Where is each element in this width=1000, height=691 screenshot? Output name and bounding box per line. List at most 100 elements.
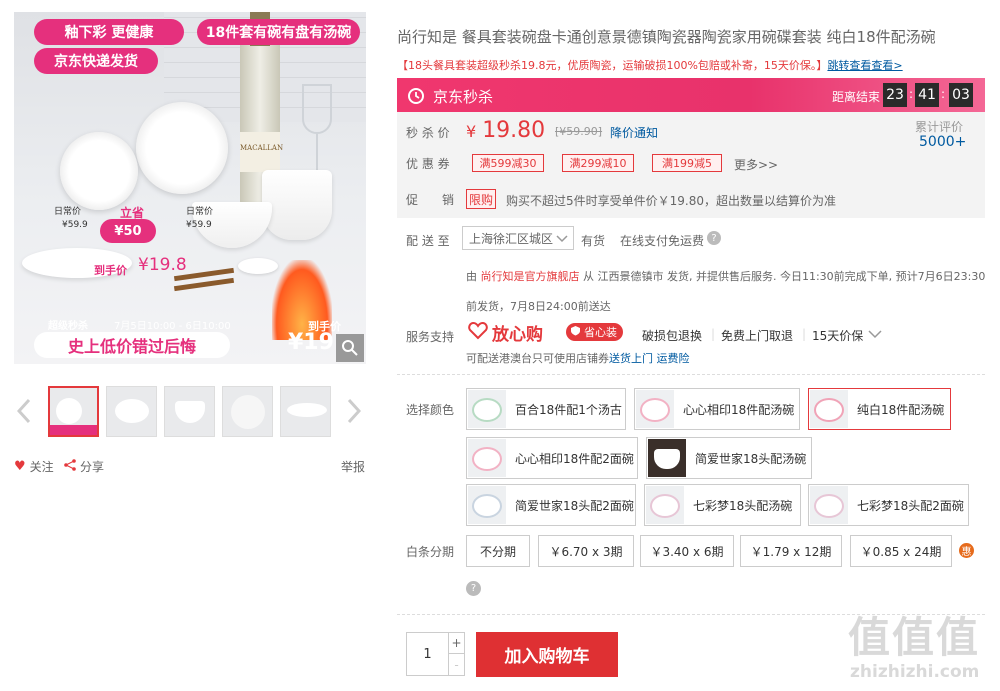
- promotion-tag: 限购: [466, 189, 496, 209]
- help-icon[interactable]: ?: [707, 231, 721, 245]
- product-subtitle-link[interactable]: 跳转查看查看>: [827, 59, 902, 72]
- help-icon-installment[interactable]: ?: [466, 581, 481, 596]
- delivery-detail: 由 尚行知是官方旗舰店 从 江西景德镇市 发货, 并提供售后服务. 今日11:3…: [466, 262, 988, 322]
- service-badge: 省心装: [566, 323, 623, 341]
- wine-glass-stem: [316, 134, 318, 174]
- promo-slogan: 史上低价错过后悔: [34, 332, 230, 358]
- price-value: 19.80: [482, 118, 546, 143]
- review-count[interactable]: 5000+: [919, 134, 966, 150]
- thumbnail-5[interactable]: [280, 386, 331, 437]
- bowl-stack: [262, 170, 332, 240]
- watermark-domain: zhizhizhi.com: [850, 662, 980, 682]
- color-option-2-label: 心心相印18件配汤碗: [683, 402, 795, 417]
- fire-value: ¥19: [288, 330, 334, 355]
- delivery-stock: 有货: [581, 234, 606, 248]
- share-button[interactable]: 分享: [64, 458, 104, 475]
- installment-option-2[interactable]: ￥6.70 x 3期: [538, 535, 634, 567]
- color-option-7-label: 七彩梦18头配汤碗: [693, 498, 793, 513]
- product-main-image[interactable]: MACALLAN 釉下彩 更健康 18件套有碗有盘有汤碗 京东快递发货 日常价 …: [14, 12, 366, 364]
- badge-glaze: 釉下彩 更健康: [34, 19, 184, 45]
- color-option-6-image: [468, 486, 506, 524]
- chevron-down-icon-service[interactable]: [868, 328, 882, 342]
- thumbnail-3[interactable]: [164, 386, 215, 437]
- share-label: 分享: [80, 460, 105, 474]
- color-option-5-image: [648, 439, 686, 477]
- save-value: ¥50: [100, 219, 156, 243]
- color-option-4-image: [468, 439, 506, 477]
- installment-option-5[interactable]: ￥0.85 x 24期: [850, 535, 952, 567]
- color-option-3[interactable]: 纯白18件配汤碗: [808, 388, 951, 430]
- color-option-1-image: [468, 390, 506, 428]
- badge-set: 18件套有碗有盘有汤碗: [197, 19, 360, 45]
- zoom-icon[interactable]: [336, 334, 364, 362]
- chevron-left-icon[interactable]: [14, 396, 34, 426]
- heart-icon: ♥: [14, 459, 26, 474]
- service-divider-2: |: [802, 327, 807, 341]
- color-option-7[interactable]: 七彩梦18头配汤碗: [644, 484, 801, 526]
- delivery-label: 配 送 至: [406, 234, 450, 248]
- installment-option-4[interactable]: ￥1.79 x 12期: [740, 535, 842, 567]
- bottle-label: MACALLAN: [240, 132, 283, 172]
- quantity-minus-button[interactable]: -: [449, 654, 465, 676]
- service-divider-1: |: [711, 327, 716, 341]
- color-option-4[interactable]: 心心相印18件配2面碗: [466, 437, 638, 479]
- delivery-location-select[interactable]: 上海徐汇区城区: [462, 226, 574, 250]
- delivery-from-prefix: 由: [466, 270, 477, 283]
- promo-dates: 7月5日10:00 - 6日10:00: [114, 321, 231, 332]
- countdown-hours: 23: [883, 83, 907, 107]
- color-option-8-label: 七彩梦18头配2面碗: [857, 498, 964, 513]
- plate-large: [136, 102, 228, 194]
- fangxingou-badge: 放心购: [468, 320, 543, 345]
- countdown-sep-2: :: [941, 87, 946, 101]
- color-option-2[interactable]: 心心相印18件配汤碗: [634, 388, 800, 430]
- color-option-6[interactable]: 简爱世家18头配2面碗: [466, 484, 636, 526]
- color-option-2-image: [636, 390, 674, 428]
- color-option-5[interactable]: 简爱世家18头配汤碗: [646, 437, 812, 479]
- add-to-cart-button[interactable]: 加入购物车: [476, 632, 618, 677]
- service-note-link-2[interactable]: 运费险: [657, 352, 690, 365]
- price-original: [¥59.90]: [555, 125, 603, 138]
- alarm-clock-icon: [407, 86, 425, 107]
- installment-label: 白条分期: [406, 545, 455, 559]
- follow-button[interactable]: ♥ 关注: [14, 458, 54, 475]
- countdown-sep-1: :: [909, 87, 914, 101]
- service-item-1[interactable]: 破损包退换: [642, 327, 702, 344]
- price-notify-link[interactable]: 降价通知: [610, 124, 658, 141]
- to-hand-value: ¥19.8: [138, 255, 187, 275]
- delivery-shop-link[interactable]: 尚行知是官方旗舰店: [481, 270, 580, 283]
- service-note: 可配送港澳台只可使用店铺券送货上门 运费险: [466, 350, 690, 366]
- coupon-1[interactable]: 满599减30: [472, 154, 544, 172]
- color-option-8[interactable]: 七彩梦18头配2面碗: [808, 484, 969, 526]
- thumbnail-1[interactable]: [48, 386, 99, 437]
- coupon-more-link[interactable]: 更多>>: [734, 156, 778, 173]
- product-subtitle: 【18头餐具套装超级秒杀19.8元，优质陶瓷，运输破损100%包赔或补寄，15天…: [397, 57, 903, 73]
- product-title: 尚行知是 餐具套装碗盘卡通创意景德镇陶瓷器陶瓷家用碗碟套装 纯白18件配汤碗: [397, 28, 936, 46]
- delivery-location: 上海徐汇区城区: [469, 231, 554, 246]
- thumbnail-2[interactable]: [106, 386, 157, 437]
- color-option-5-label: 简爱世家18头配汤碗: [695, 451, 807, 466]
- color-option-1[interactable]: 百合18件配1个汤古: [466, 388, 626, 430]
- quantity-input[interactable]: 1: [406, 632, 449, 676]
- follow-label: 关注: [29, 460, 54, 474]
- installment-option-1[interactable]: 不分期: [466, 535, 530, 567]
- chevron-down-icon: [556, 233, 568, 247]
- price-value-wrap: ¥ 19.80: [466, 118, 545, 143]
- countdown-minutes: 41: [915, 83, 939, 107]
- service-item-3[interactable]: 15天价保: [812, 327, 863, 344]
- service-item-2[interactable]: 免费上门取退: [721, 327, 793, 344]
- heart-outline-icon: [468, 321, 488, 343]
- service-note-link-1[interactable]: 送货上门: [609, 352, 653, 365]
- share-icon: [64, 459, 76, 474]
- quantity-plus-button[interactable]: +: [449, 632, 465, 654]
- installment-option-3[interactable]: ￥3.40 x 6期: [640, 535, 734, 567]
- installment-badge: 惠: [959, 543, 974, 558]
- thumbnail-4[interactable]: [222, 386, 273, 437]
- chevron-right-icon[interactable]: [344, 396, 364, 426]
- coupon-3[interactable]: 满199减5: [652, 154, 722, 172]
- promotion-text: 购买不超过5件时享受单件价￥19.80，超出数量以结算价为准: [506, 194, 836, 208]
- color-option-8-image: [810, 486, 848, 524]
- report-link[interactable]: 举报: [341, 458, 365, 475]
- section-divider: [397, 374, 985, 375]
- coupon-2[interactable]: 满299减10: [562, 154, 634, 172]
- price-tag-left-label: 日常价: [54, 207, 82, 217]
